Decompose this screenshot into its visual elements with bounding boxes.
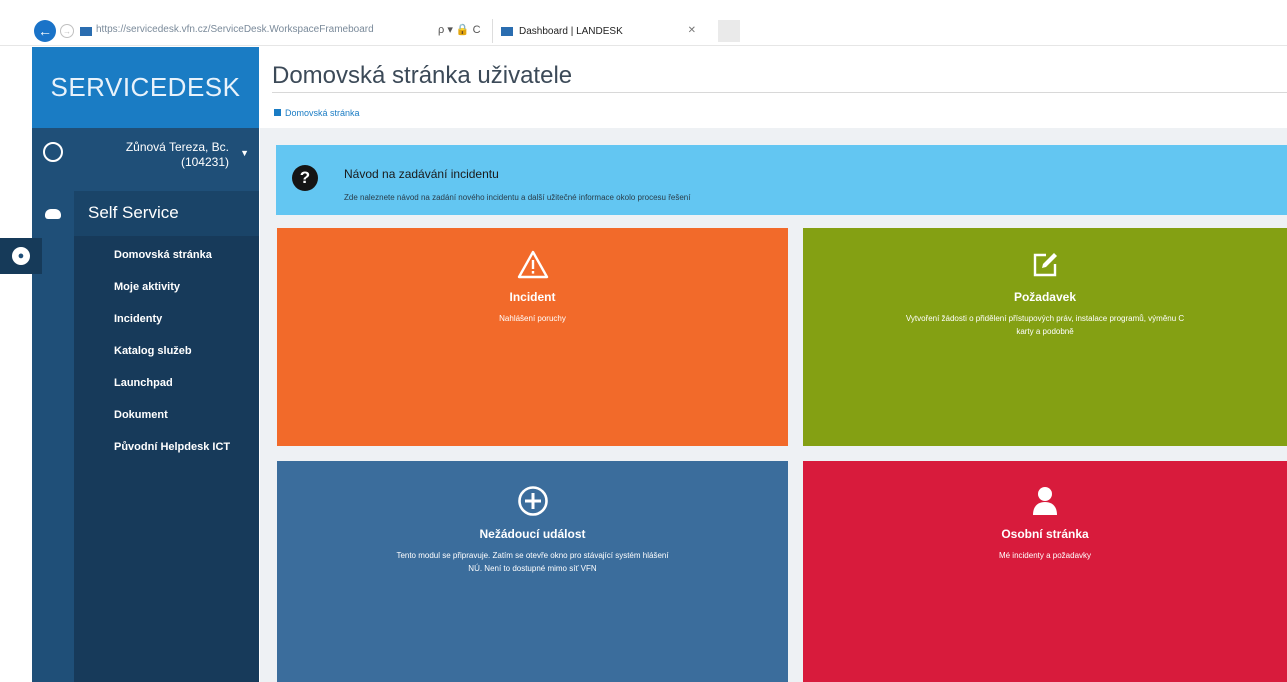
self-service-section[interactable]: Self Service [74,191,259,236]
sidebar-item-incidenty[interactable]: Incidenty [114,312,254,344]
request-desc-line2: karty a podobně [1016,327,1074,336]
edit-icon [1033,253,1057,277]
user-name: Zůnová Tereza, Bc. [125,140,229,154]
personal-page-tile[interactable]: Osobní stránka Mé incidenty a požadavky [803,461,1287,682]
title-divider [272,92,1287,93]
request-desc-line1: Vytvoření žádosti o přidělení přístupový… [905,314,1185,323]
sidebar-item-dokument[interactable]: Dokument [114,408,254,440]
breadcrumb-label: Domovská stránka [285,108,360,118]
brand-logo[interactable]: SERVICEDESK [32,47,259,128]
user-circle-icon [43,142,63,162]
user-rail [32,128,74,191]
adverse-event-title: Nežádoucí událost [479,527,586,541]
question-icon: ? [292,165,318,191]
sidebar-menu: Domovská stránka Moje aktivity Incidenty… [114,248,254,476]
browser-toolbar: ← → https://servicedesk.vfn.cz/ServiceDe… [0,0,1287,46]
address-controls[interactable]: ρ ▾ 🔒 C [438,23,481,36]
incident-title: Incident [509,290,556,304]
warning-icon [517,250,548,279]
cloud-icon [45,208,61,219]
site-icon [80,27,92,36]
user-menu[interactable]: Zůnová Tereza, Bc. (104231) ▼ [74,128,259,191]
personal-page-title: Osobní stránka [1001,527,1089,541]
tab-favicon-icon [501,26,513,36]
user-id: (104231) [180,155,229,169]
address-bar[interactable]: https://servicedesk.vfn.cz/ServiceDesk.W… [96,24,436,35]
breadcrumb[interactable]: Domovská stránka [274,108,360,118]
plus-circle-icon [517,486,548,516]
adverse-desc-line2: NÚ. Není to dostupné mimo síť VFN [468,564,597,573]
personal-page-desc: Mé incidenty a požadavky [998,551,1092,560]
sidebar-item-puvodni-helpdesk[interactable]: Původní Helpdesk ICT [114,440,254,476]
tab-close-icon[interactable]: ✕ [688,25,696,36]
rail-item-home[interactable]: ● [0,238,42,274]
sidebar-item-launchpad[interactable]: Launchpad [114,376,254,408]
guide-text: Zde naleznete návod na zadání nového inc… [344,193,691,202]
home-icon [274,109,281,116]
user-icon [1033,487,1057,515]
incident-tile[interactable]: Incident Nahlášení poruchy [277,228,788,446]
tab-title: Dashboard | LANDESK [519,25,623,37]
sidebar-item-katalog-sluzeb[interactable]: Katalog služeb [114,344,254,376]
adverse-desc-line1: Tento modul se připravuje. Zatím se otev… [396,551,669,560]
caret-down-icon: ▼ [240,148,249,158]
guide-title: Návod na zadávání incidentu [344,167,499,181]
request-title: Požadavek [1013,290,1077,304]
user-badge-icon: ● [12,247,30,265]
browser-tab[interactable]: Dashboard | LANDESK ✕ [492,19,718,43]
adverse-event-desc: Tento modul se připravuje. Zatím se otev… [277,549,788,575]
new-tab-button[interactable] [718,20,740,42]
incident-desc: Nahlášení poruchy [499,314,566,323]
back-button[interactable]: ← [34,20,56,42]
guide-banner[interactable]: ? Návod na zadávání incidentu Zde nalezn… [276,145,1287,215]
request-tile[interactable]: Požadavek Vytvoření žádosti o přidělení … [803,228,1287,446]
self-service-rail[interactable] [32,191,74,236]
sidebar-item-moje-aktivity[interactable]: Moje aktivity [114,280,254,312]
forward-button[interactable]: → [60,24,74,38]
adverse-event-tile[interactable]: Nežádoucí událost Tento modul se připrav… [277,461,788,682]
page-title: Domovská stránka uživatele [272,62,573,89]
request-desc: Vytvoření žádosti o přidělení přístupový… [803,312,1287,338]
sidebar-item-domovska-stranka[interactable]: Domovská stránka [114,248,254,280]
